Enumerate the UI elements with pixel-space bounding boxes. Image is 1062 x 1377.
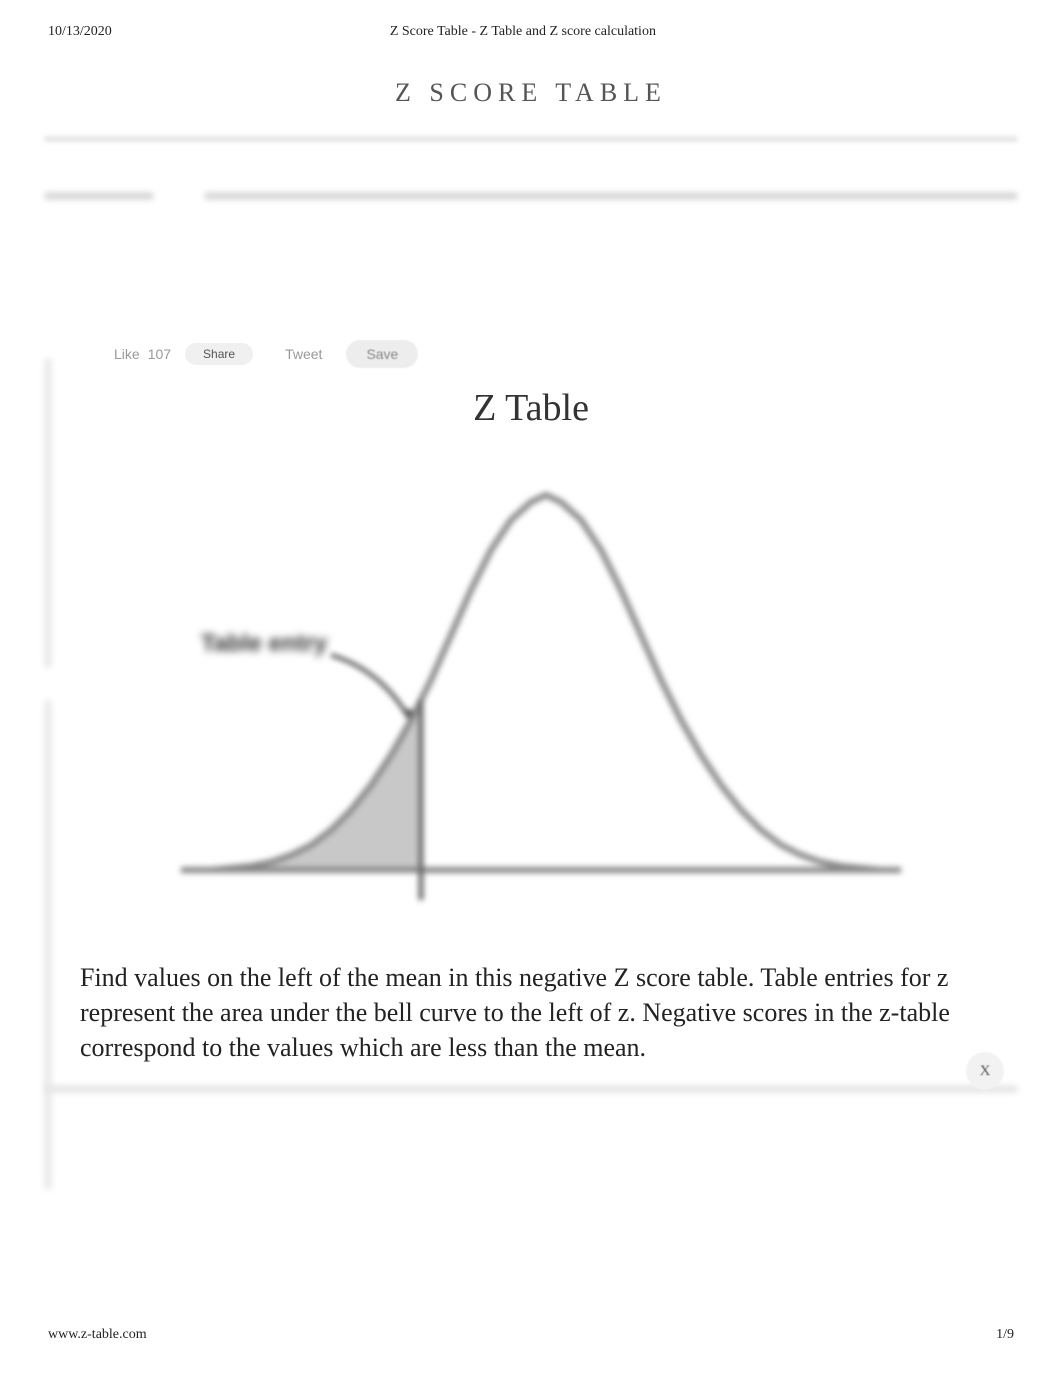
save-button[interactable]: Save [346,340,418,368]
share-button[interactable]: Share [185,343,253,365]
nav-bar-placeholder [204,192,1018,200]
bell-curve-svg [151,470,911,920]
left-edge-blur [44,358,52,668]
social-share-row: Like 107 Share Tweet Save [114,340,1018,368]
nav-placeholder [44,192,1018,200]
close-button[interactable]: X [966,1052,1004,1090]
footer-page-number: 1/9 [996,1327,1014,1343]
header-doc-title: Z Score Table - Z Table and Z score calc… [112,24,934,40]
header-date: 10/13/2020 [48,24,112,40]
tweet-button[interactable]: Tweet [285,346,322,362]
like-button[interactable]: Like 107 [114,346,171,362]
section-heading: Z Table [44,386,1018,430]
page-title: Z SCORE TABLE [0,78,1062,108]
nav-item-placeholder [44,192,154,200]
print-header: 10/13/2020 Z Score Table - Z Table and Z… [0,0,1062,40]
print-footer: www.z-table.com 1/9 [48,1327,1014,1343]
like-label: Like [114,346,140,362]
description-paragraph: Find values on the left of the mean in t… [80,960,988,1065]
divider [44,136,1018,142]
left-edge-blur-2 [44,700,52,1190]
bottom-blur-divider [44,1085,1018,1093]
footer-url: www.z-table.com [48,1327,147,1343]
bell-curve-chart: Table entry [151,470,911,920]
like-count: 107 [148,346,171,362]
